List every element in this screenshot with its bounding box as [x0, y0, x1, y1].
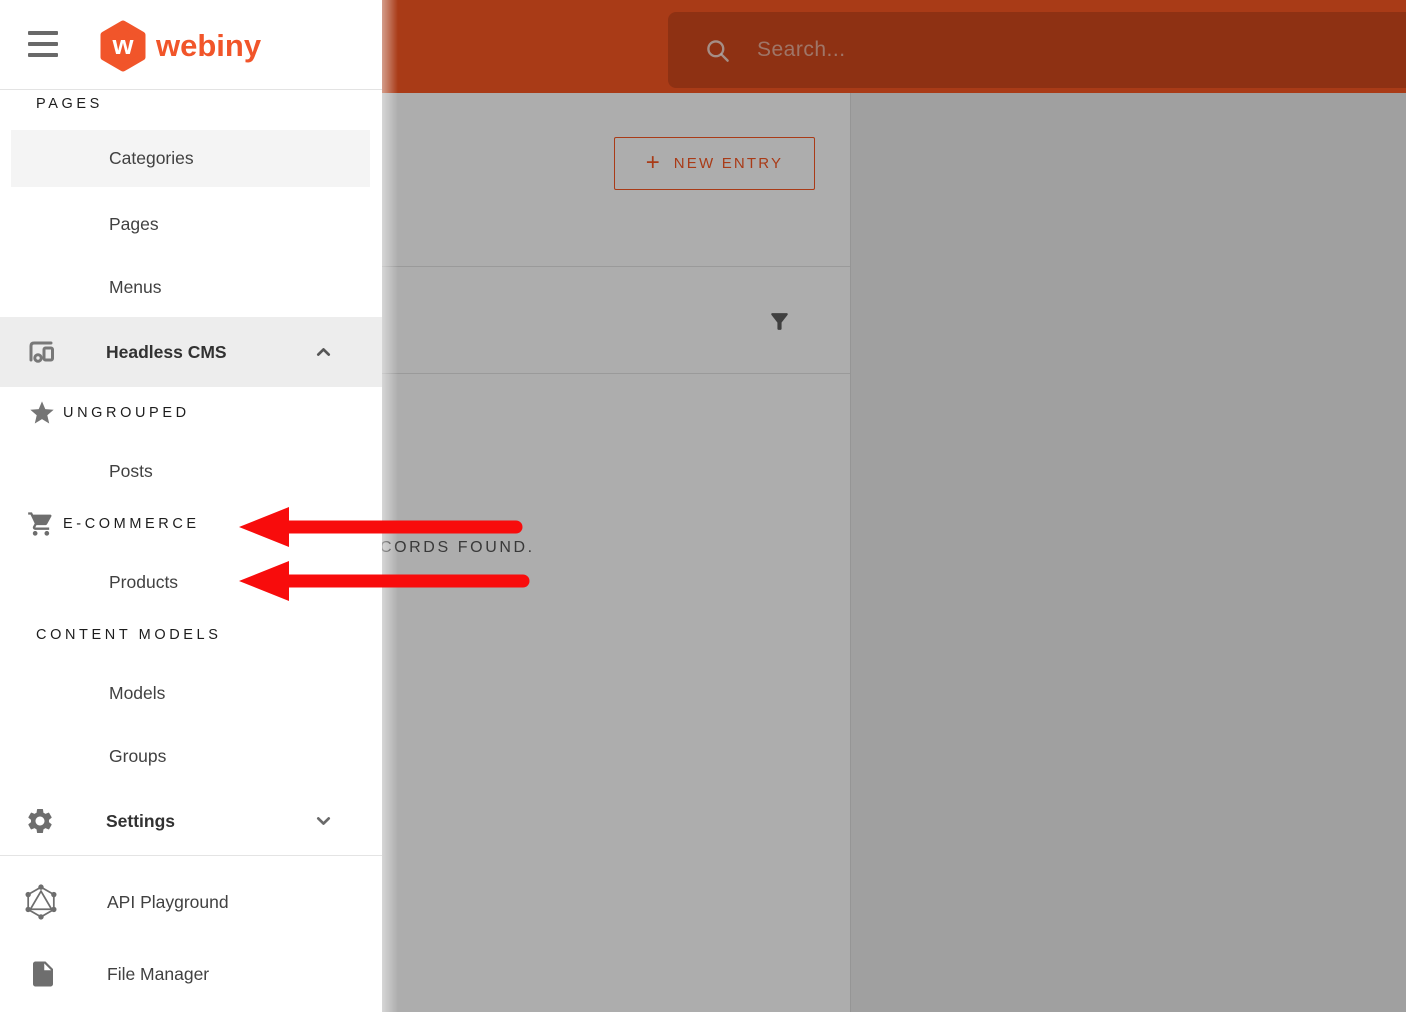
sidebar-item-file-manager[interactable]: File Manager	[0, 952, 382, 996]
sidebar-item-settings[interactable]: Settings	[0, 799, 382, 843]
shopping-cart-icon	[27, 510, 55, 538]
sidebar-item-api-playground[interactable]: API Playground	[0, 880, 382, 924]
sidebar-item-label: Groups	[109, 746, 166, 767]
sidebar-item-products[interactable]: Products	[0, 560, 382, 604]
sidebar-item-groups[interactable]: Groups	[0, 734, 382, 778]
star-icon	[28, 399, 56, 427]
chevron-up-icon	[311, 340, 336, 365]
logo-wordmark: webiny	[156, 28, 261, 64]
gear-icon	[25, 806, 55, 836]
sidebar-item-categories[interactable]: Categories	[11, 130, 370, 187]
section-header-pages: PAGES	[0, 86, 382, 122]
sidebar-item-posts[interactable]: Posts	[0, 449, 382, 493]
file-icon	[28, 957, 58, 991]
sidebar-item-label: Menus	[109, 277, 162, 298]
section-header-content-models: CONTENT MODELS	[0, 615, 382, 655]
sidebar-item-label: Posts	[109, 461, 153, 482]
sidebar-item-models[interactable]: Models	[0, 671, 382, 715]
navigation-drawer: w webiny PAGES Categories Pages Menus	[0, 0, 382, 1012]
graphql-icon	[22, 882, 60, 922]
drawer-divider	[0, 855, 382, 856]
sidebar-item-label: Models	[109, 683, 165, 704]
chevron-down-icon	[311, 809, 336, 834]
hamburger-menu-button[interactable]	[28, 31, 58, 57]
sidebar-item-label: Pages	[109, 214, 159, 235]
sidebar-item-label: Categories	[109, 148, 194, 169]
sidebar-item-label: API Playground	[107, 892, 229, 913]
webiny-hexagon-icon: w	[99, 20, 147, 72]
sidebar-item-menus[interactable]: Menus	[0, 265, 382, 309]
logo-letter: w	[99, 20, 147, 72]
webiny-admin-screen: + NEW ENTRY NO RECORDS FOUND.	[0, 0, 1406, 1012]
drawer-header: w webiny	[0, 0, 382, 90]
group-header-ungrouped: UNGROUPED	[0, 393, 382, 433]
group-header-ecommerce: E-COMMERCE	[0, 504, 382, 544]
section-label: PAGES	[36, 96, 103, 112]
sidebar-item-label: Settings	[106, 811, 175, 832]
devices-icon	[24, 335, 58, 369]
sidebar-item-label: Products	[109, 572, 178, 593]
group-label: UNGROUPED	[63, 405, 190, 421]
sidebar-item-pages[interactable]: Pages	[0, 202, 382, 246]
section-label: CONTENT MODELS	[36, 627, 221, 643]
group-label: E-COMMERCE	[63, 516, 200, 532]
sidebar-item-headless-cms[interactable]: Headless CMS	[0, 317, 382, 387]
sidebar-item-label: Headless CMS	[106, 342, 227, 363]
sidebar-item-label: File Manager	[107, 964, 209, 985]
webiny-logo[interactable]: w webiny	[99, 20, 261, 72]
